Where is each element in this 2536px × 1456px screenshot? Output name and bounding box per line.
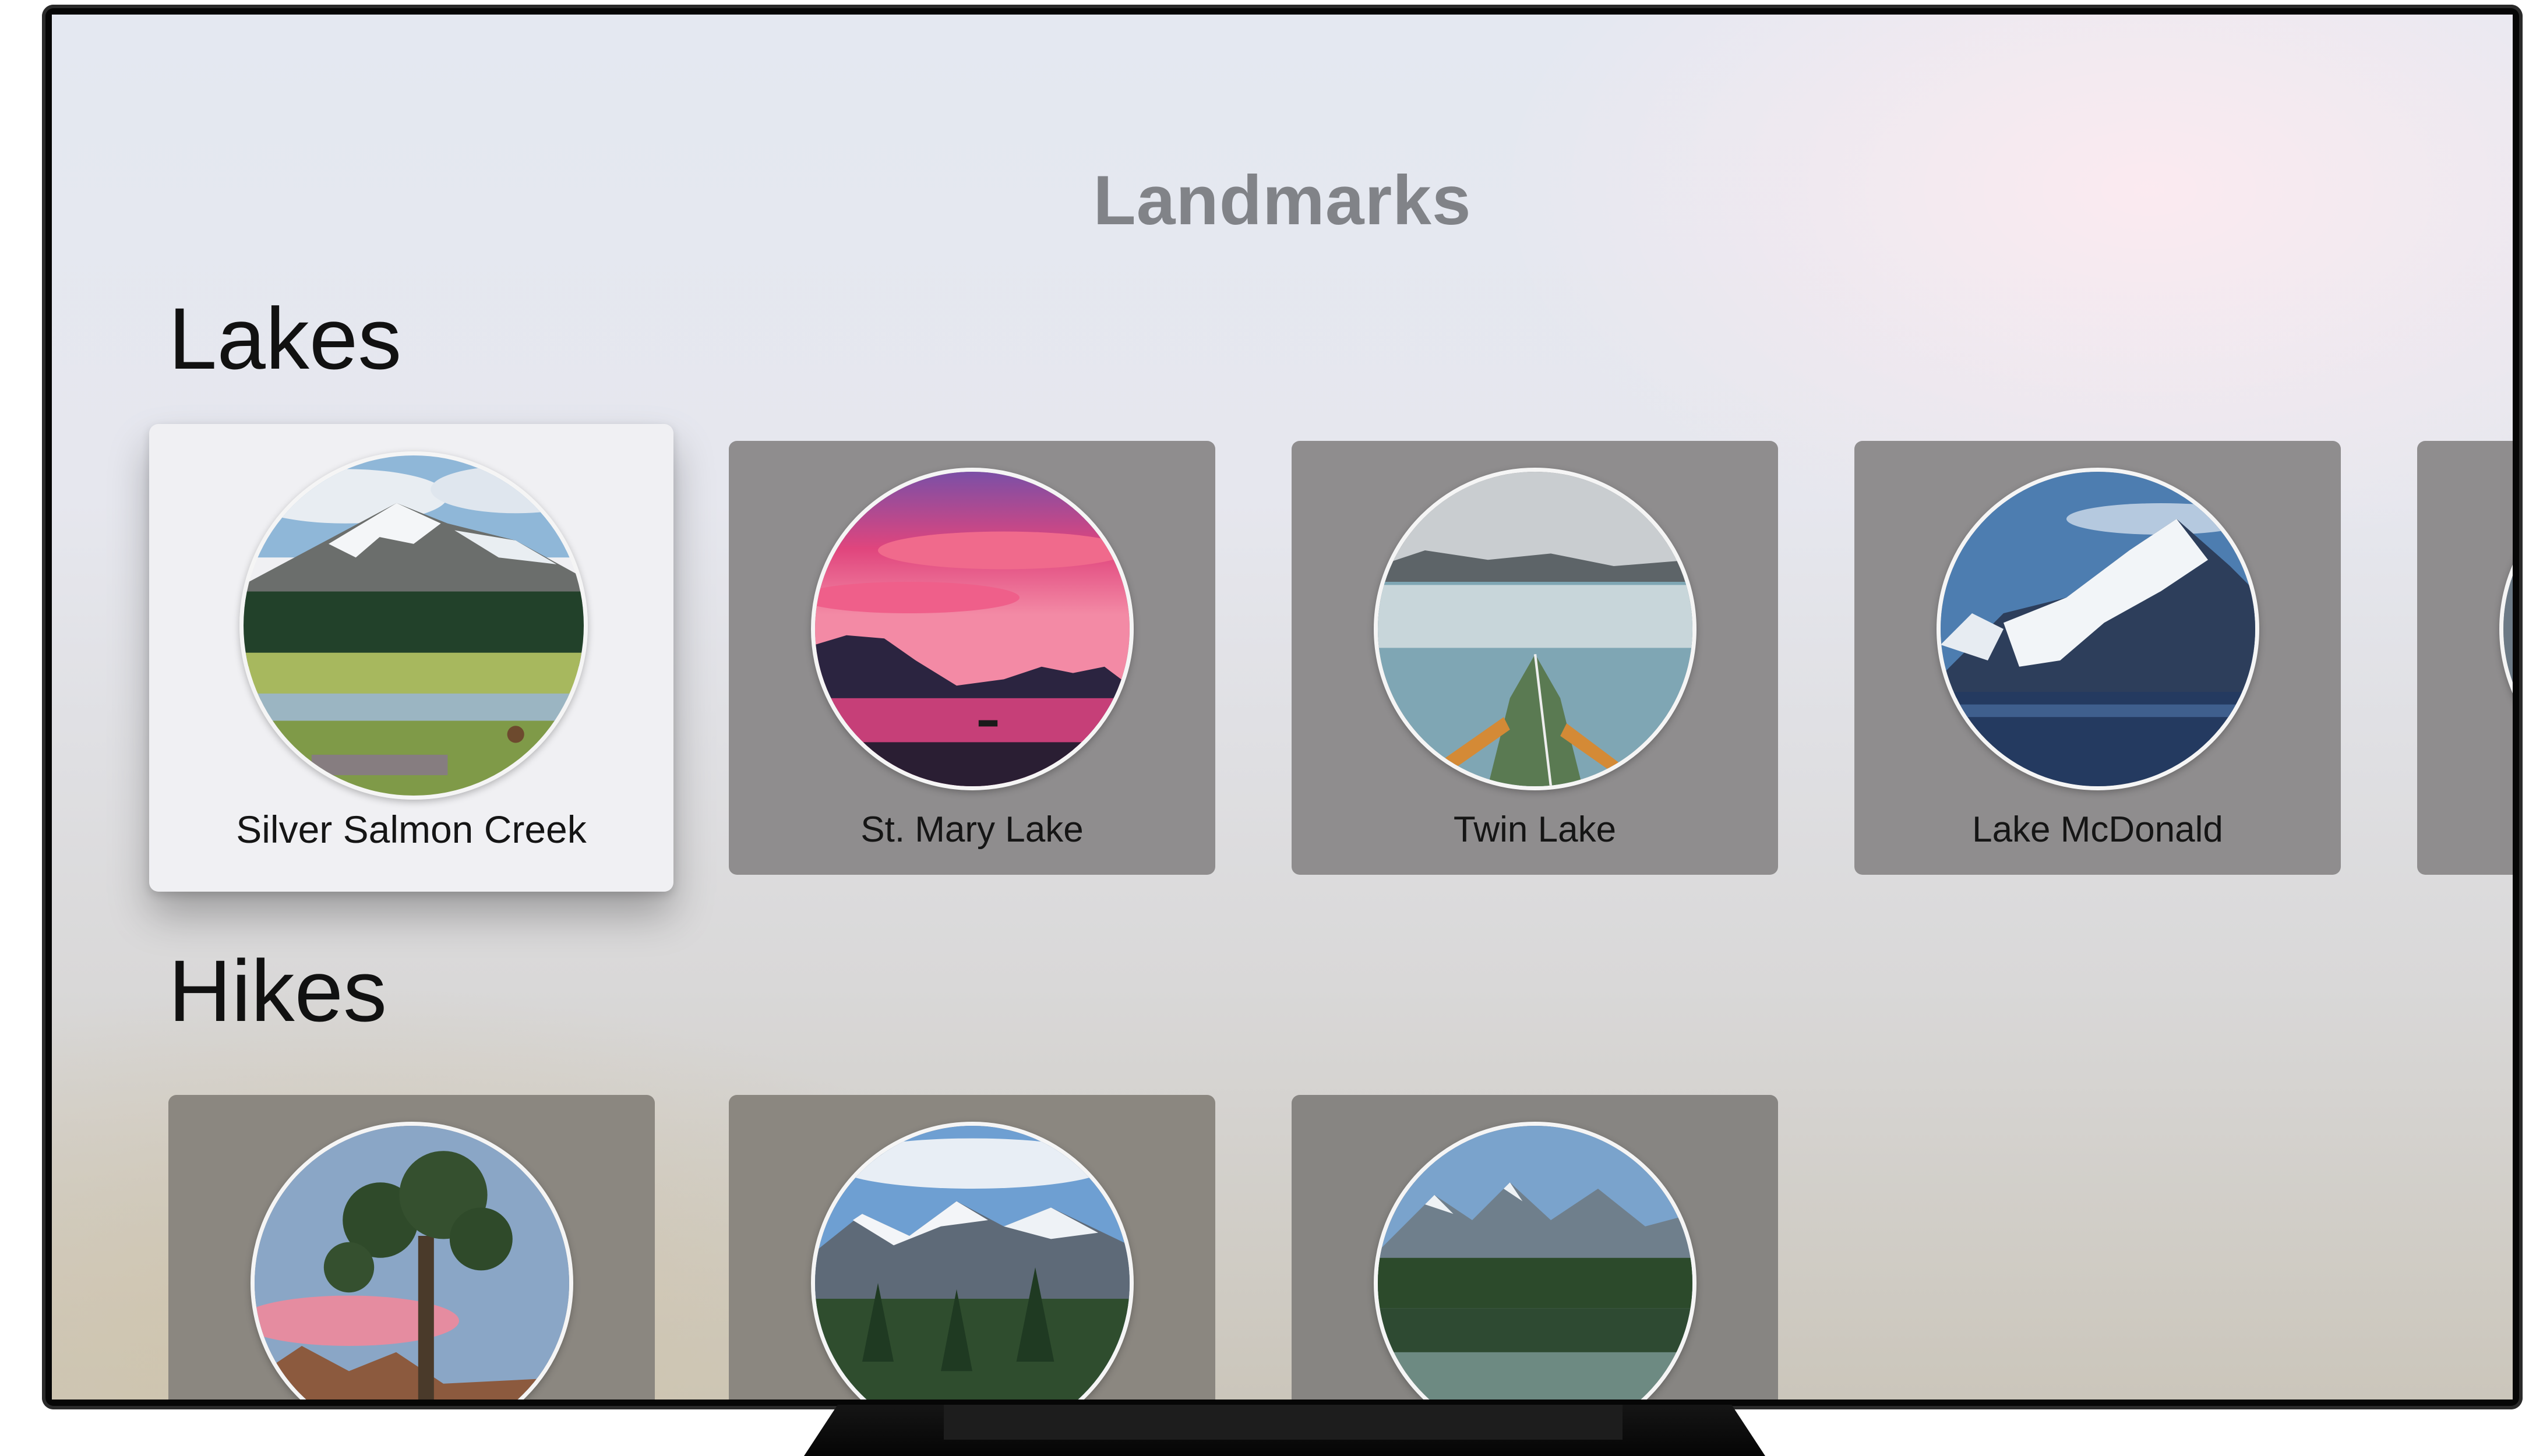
landmark-card-st-mary-lake[interactable]: St. Mary Lake	[729, 441, 1215, 875]
landmark-card-twin-lake[interactable]: Twin Lake	[1292, 441, 1778, 875]
pink-sunset-lake-photo	[811, 468, 1134, 790]
partially-visible-photo	[2499, 468, 2513, 790]
tv-stand-base	[944, 1405, 1623, 1440]
section-title-lakes: Lakes	[168, 289, 402, 387]
page-title: Landmarks	[1093, 161, 1472, 239]
landmark-label: Twin Lake	[1453, 810, 1617, 850]
landmark-card-lake-mcdonald[interactable]: Lake McDonald	[1854, 441, 2341, 875]
kayak-lake-photo	[1374, 468, 1696, 790]
landmark-label: Silver Salmon Creek	[236, 808, 587, 851]
landmark-card-silver-salmon-creek[interactable]: Silver Salmon Creek	[149, 424, 673, 892]
section-title-hikes: Hikes	[168, 942, 387, 1040]
landmark-card-partial[interactable]	[2417, 441, 2513, 875]
hike-card[interactable]	[168, 1095, 655, 1400]
landmark-label: St. Mary Lake	[860, 810, 1084, 850]
mountain-lake-reflection-photo	[1374, 1122, 1696, 1400]
hike-card[interactable]	[1292, 1095, 1778, 1400]
joshua-tree-photo	[251, 1122, 573, 1400]
mountain-meadow-photo	[239, 451, 588, 800]
landmark-label: Lake McDonald	[1972, 810, 2223, 850]
hike-card[interactable]	[729, 1095, 1215, 1400]
alpine-forest-photo	[811, 1122, 1134, 1400]
snowy-peak-lake-photo	[1937, 468, 2259, 790]
tv-screen: Landmarks Lakes Silver Salmon Creek St. …	[52, 15, 2513, 1400]
